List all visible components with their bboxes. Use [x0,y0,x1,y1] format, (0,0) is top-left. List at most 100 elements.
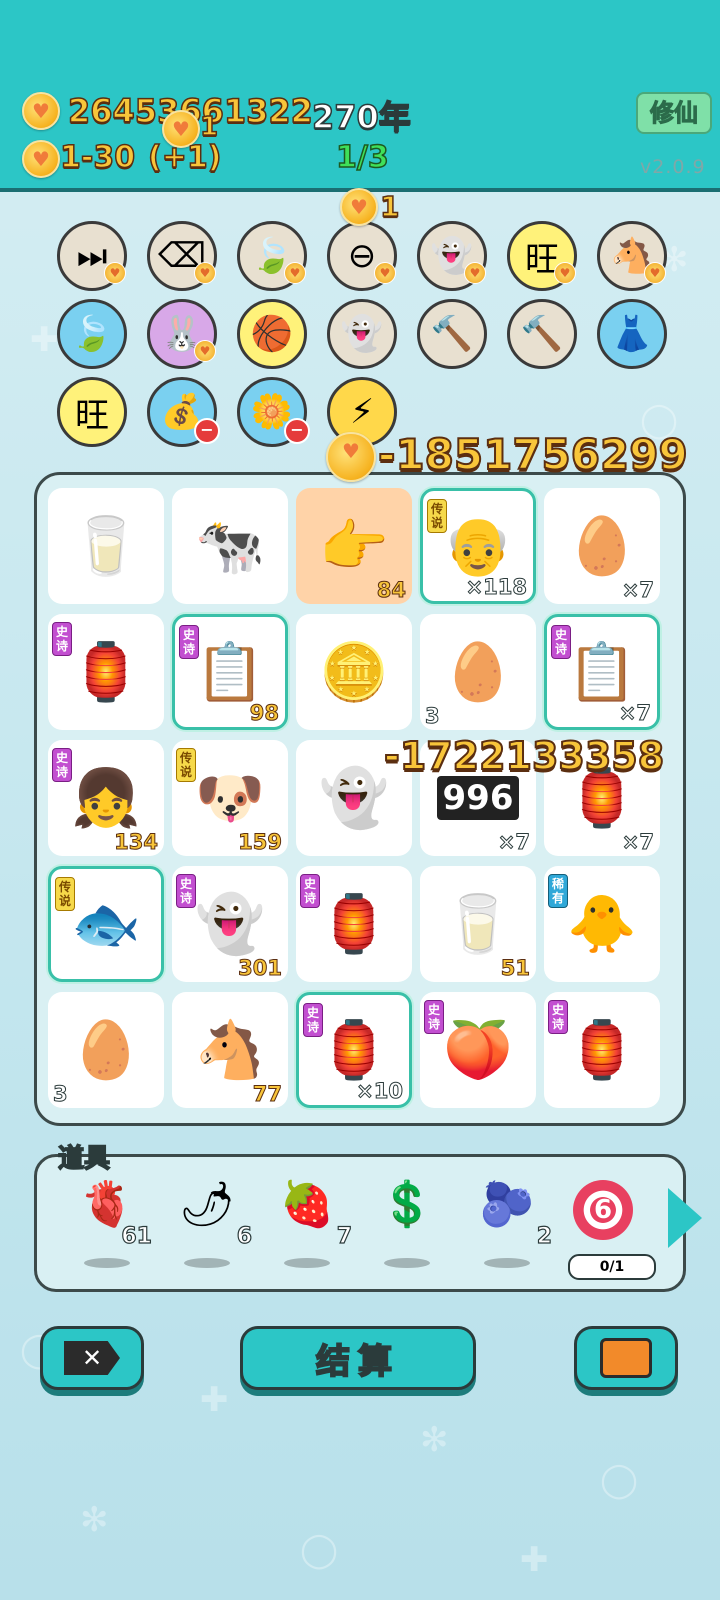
bag-button[interactable] [574,1326,678,1390]
wang-tiles-icon: 旺 [75,395,109,436]
board-tile[interactable]: 🥚 ×7 [544,488,660,604]
coin-badge-icon: ♥ [464,262,486,284]
tile-count-left: 3 [53,1082,69,1107]
prop-item[interactable]: 💲 [372,1178,442,1268]
rarity-tag: 史诗 [179,625,199,659]
rabbit-house-icon: 🏮 [319,892,389,957]
skill-slot[interactable]: 🍃 ♥ [237,221,307,291]
peach-icon: 🍑 [443,1018,513,1083]
rarity-tag: 传说 [427,499,447,533]
rabbit-house-icon: 🏮 [71,640,141,705]
board-tile[interactable]: 🍑 史诗 [420,992,536,1108]
version-label: v2.0.9 [640,156,706,178]
egg-icon: 🥚 [443,640,513,705]
tile-count: 98 [249,701,279,726]
prop-item[interactable]: 🫐 2 [472,1178,553,1268]
board-tile[interactable]: 🥚 3 [48,992,164,1108]
prop-item[interactable]: 🌶 6 [172,1178,253,1268]
board-tile[interactable]: 🏮 史诗 [296,866,412,982]
leaf-icon: 🍃 [70,314,114,354]
board-tile[interactable]: 🐶 传说 159 [172,740,288,856]
skill-coin-popup-amount: 1 [379,189,400,224]
lightning-icon: ⚡ [350,392,374,432]
stage-progress: 1/3 [335,139,389,176]
skill-slot[interactable]: 🔨 [417,299,487,369]
board-tile[interactable]: 🏮 史诗 ×10 [296,992,412,1108]
prop-item[interactable]: 🫀 61 [72,1178,153,1268]
settle-label: 结算 [315,1341,400,1383]
board-tile[interactable]: 🥚 3 [420,614,536,730]
skill-slot[interactable]: 旺 ♥ [507,221,577,291]
rarity-tag: 史诗 [176,874,196,908]
tile-count: 84 [376,578,406,603]
cow-icon: 🐄 [195,514,265,579]
tile-count: ×7 [497,830,530,855]
rarity-tag: 史诗 [303,1003,323,1037]
tile-count-left: 3 [425,704,441,729]
lychee-icon: 🍓 [279,1179,335,1230]
dollar-coin-icon: 💲 [379,1179,435,1230]
board-tile[interactable]: 📋 史诗 98 [172,614,288,730]
skill-slot[interactable]: 旺 [57,377,127,447]
delete-icon: ✕ [64,1341,120,1375]
board-tile[interactable]: 📋 史诗 ×7 [544,614,660,730]
board-tile[interactable]: 🐥 稀有 [544,866,660,982]
board-tile[interactable]: 🐟 传说 [48,866,164,982]
coin-badge-icon: ♥ [284,262,306,284]
skill-slot[interactable]: 🐴 ♥ [597,221,667,291]
minus-icon: ⊖ [347,236,377,276]
board-tile[interactable]: 🪙 [296,614,412,730]
board-tile[interactable]: 👻 史诗 301 [172,866,288,982]
milk-bottle-icon: 🥛 [443,892,513,957]
xiuxian-button[interactable]: 修仙 [636,92,712,134]
rarity-tag: 史诗 [551,625,571,659]
chili-icon: 🌶 [179,1179,235,1230]
skill-slot[interactable]: 👻 [327,299,397,369]
tile-count: ×7 [618,701,651,726]
prop-count: 6 [236,1223,253,1249]
board-tile[interactable]: 🏮 史诗 [544,992,660,1108]
tile-count: 301 [238,956,283,981]
board-tile[interactable]: 🏮 史诗 [48,614,164,730]
item-shadow [284,1258,330,1268]
skill-slot[interactable]: 🍃 [57,299,127,369]
coin-badge-icon: ♥ [644,262,666,284]
counter-icon: 996 [436,776,520,820]
board-tile[interactable]: 👉 84 [296,488,412,604]
prop-item[interactable]: 🍓 7 [272,1178,353,1268]
skill-slot[interactable]: 👗 [597,299,667,369]
skill-slot[interactable]: 👻 ♥ [417,221,487,291]
board-tile[interactable]: 🥛 51 [420,866,536,982]
item-shadow [84,1258,130,1268]
board-tile[interactable]: 🐄 [172,488,288,604]
board-tile[interactable]: 🐴 77 [172,992,288,1108]
board-tile[interactable]: 🥛 [48,488,164,604]
skill-slot[interactable]: ⌫ ♥ [147,221,217,291]
float-coin-icon [326,432,376,482]
prop-count: 2 [536,1223,553,1249]
target-progress: 0/1 [568,1254,656,1280]
item-shadow [384,1258,430,1268]
tile-count: ×7 [621,578,654,603]
skill-slot[interactable]: 🔨 [507,299,577,369]
skill-slot[interactable]: 🌼 − [237,377,310,447]
rarity-tag: 史诗 [52,748,72,782]
skill-slot[interactable]: ⏭ ♥ [57,221,127,291]
next-arrow-icon[interactable] [668,1188,702,1248]
rabbit-house-icon: 🏮 [319,1018,389,1083]
rarity-tag: 传说 [55,877,75,911]
skill-slot[interactable]: ⊖ ♥ [327,221,397,291]
coin-badge-icon: ♥ [194,262,216,284]
prop-count: 7 [336,1223,353,1249]
prop-count: 61 [121,1223,153,1249]
skill-slot[interactable]: 🐰 ♥ [147,299,217,369]
settle-button[interactable]: 结算 [240,1326,476,1390]
skill-slot[interactable]: 🏀 [237,299,307,369]
board-tile[interactable]: 👧 史诗 134 [48,740,164,856]
remove-button[interactable]: ✕ [40,1326,144,1390]
pointing-hand-icon: 👉 [319,514,389,579]
board-tile[interactable]: 👴 传说 ×118 [420,488,536,604]
coin-badge-icon: ♥ [104,262,126,284]
skill-slot[interactable]: 💰 − [147,377,220,447]
koi-fish-icon: 🐟 [71,892,141,957]
